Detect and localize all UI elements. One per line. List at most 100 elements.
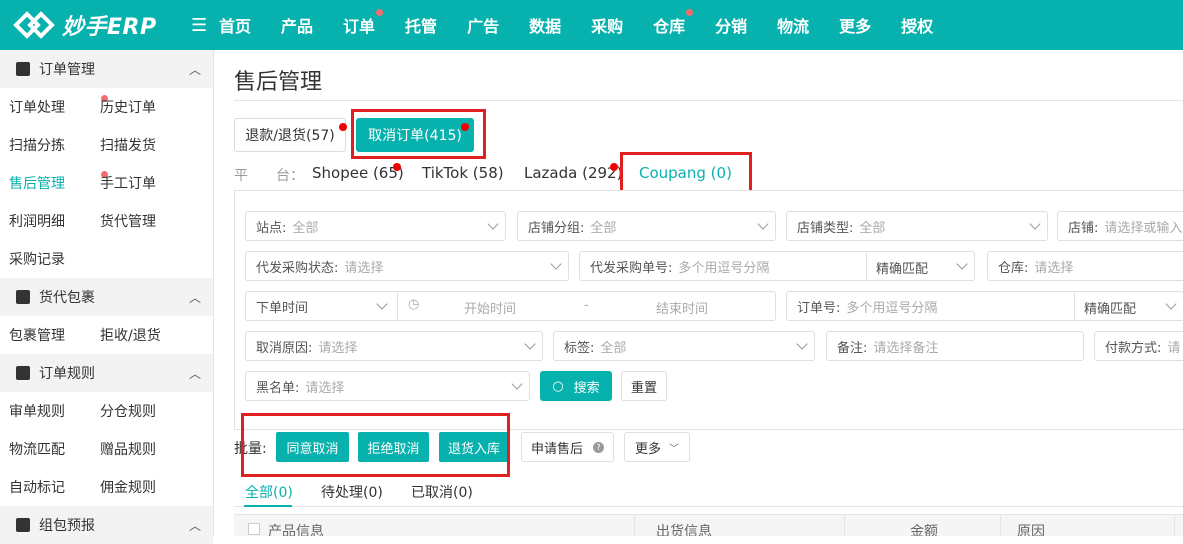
sidebar-section-bundle-forecast[interactable]: 组包预报 ︿ xyxy=(0,506,213,544)
field-label: 店铺分组: xyxy=(528,220,585,236)
highlight-box xyxy=(241,413,510,477)
divider xyxy=(1000,515,1001,536)
divider xyxy=(634,515,635,536)
sidebar-item-scan-ship[interactable]: 扫描发货 xyxy=(100,135,200,155)
sidebar-item-warehouse-rules[interactable]: 分仓规则 xyxy=(100,401,200,421)
divider xyxy=(397,292,398,320)
tab-refund-return[interactable]: 退款/退货(57) xyxy=(234,118,346,152)
blacklist-select[interactable]: 黑名单: 请选择 xyxy=(245,371,530,401)
sidebar-item-history-orders[interactable]: 历史订单 xyxy=(100,97,200,117)
nav-label: 分销 xyxy=(715,17,748,36)
purchase-status-select[interactable]: 代发采购状态: 请选择 xyxy=(245,251,569,281)
sidebar-row: 售后管理 手工订单 xyxy=(0,164,213,202)
platform-tiktok[interactable]: TikTok (58) xyxy=(422,164,504,182)
sidebar-row: 自动标记 佣金规则 xyxy=(0,468,213,506)
chevron-down-icon xyxy=(796,338,808,350)
nav-logistics[interactable]: 物流 xyxy=(777,13,809,37)
match-mode-select[interactable]: 精确匹配 xyxy=(876,258,928,277)
sidebar-item-scan-sort[interactable]: 扫描分拣 xyxy=(0,135,100,155)
nav-home[interactable]: 首页 xyxy=(219,13,251,37)
match-mode-select[interactable]: 精确匹配 xyxy=(1084,298,1136,317)
select-all-checkbox[interactable] xyxy=(248,523,260,535)
tab-pending[interactable]: 待处理(0) xyxy=(321,482,383,502)
sidebar-item-purchase-records[interactable]: 采购记录 xyxy=(0,249,100,269)
sidebar-section-order-management[interactable]: 订单管理 ︿ xyxy=(0,50,213,88)
search-button[interactable]: ○ 搜索 xyxy=(540,371,612,401)
chevron-down-icon xyxy=(757,218,769,230)
nav-authorize[interactable]: 授权 xyxy=(901,13,933,37)
app-logo[interactable]: 妙手ERP xyxy=(0,9,213,41)
top-bar: 妙手ERP ☰ 首页 产品 订单 托管 广告 数据 采购 仓库 分销 物流 更多… xyxy=(0,0,1183,50)
sidebar-item-gift-rules[interactable]: 赠品规则 xyxy=(100,439,200,459)
shop-type-select[interactable]: 店铺类型: 全部 xyxy=(786,211,1048,241)
button-label: 申请售后 xyxy=(530,441,583,457)
nav-ads[interactable]: 广告 xyxy=(467,13,499,37)
sidebar-item-profit-detail[interactable]: 利润明细 xyxy=(0,211,100,231)
nav-hosting[interactable]: 托管 xyxy=(405,13,437,37)
reset-button[interactable]: 重置 xyxy=(621,371,667,401)
order-number-input[interactable]: 订单号: 多个用逗号分隔 精确匹配 xyxy=(786,291,1183,321)
sidebar-item-reject-return[interactable]: 拒收/退货 xyxy=(100,325,200,345)
tab-all[interactable]: 全部(0) xyxy=(245,482,293,502)
notification-dot xyxy=(376,9,384,16)
highlight-box xyxy=(351,109,486,159)
chevron-down-icon: ﹀ xyxy=(669,443,679,455)
sidebar-item-auto-tag[interactable]: 自动标记 xyxy=(0,477,100,497)
main-content: 售后管理 退款/退货(57) 取消订单(415) 平 台： Shopee (65… xyxy=(214,50,1183,536)
nav-purchase[interactable]: 采购 xyxy=(591,13,623,37)
bundle-icon xyxy=(16,518,30,532)
more-button[interactable]: 更多 ﹀ xyxy=(624,432,690,462)
nav-data[interactable]: 数据 xyxy=(529,13,561,37)
field-placeholder: 请选择 xyxy=(318,340,358,356)
column-header-product: 产品信息 xyxy=(268,524,324,536)
sidebar-item-audit-rules[interactable]: 审单规则 xyxy=(0,401,100,421)
chevron-down-icon xyxy=(524,338,536,350)
sidebar-section-order-rules[interactable]: 订单规则 ︿ xyxy=(0,354,213,392)
platform-lazada[interactable]: Lazada (292) xyxy=(524,164,622,182)
nav-distribution[interactable]: 分销 xyxy=(715,13,747,37)
order-time-range[interactable]: 下单时间 ◷ 开始时间 - 结束时间 xyxy=(245,291,776,321)
field-label: 店铺类型: xyxy=(797,220,854,236)
sidebar-section-forwarder-packages[interactable]: 货代包裹 ︿ xyxy=(0,278,213,316)
sidebar-item-commission-rules[interactable]: 佣金规则 xyxy=(100,477,200,497)
sidebar-item-forwarder-management[interactable]: 货代管理 xyxy=(100,211,200,231)
sidebar-item-manual-order[interactable]: 手工订单 xyxy=(100,173,200,193)
chevron-down-icon xyxy=(511,378,523,390)
sidebar-item-after-sales[interactable]: 售后管理 xyxy=(0,171,108,193)
shop-group-select[interactable]: 店铺分组: 全部 xyxy=(517,211,776,241)
chevron-down-icon xyxy=(956,258,968,270)
chevron-down-icon xyxy=(1165,298,1177,310)
purchase-number-input[interactable]: 代发采购单号: 多个用逗号分隔 精确匹配 xyxy=(579,251,975,281)
sidebar: 订单管理 ︿ 订单处理 历史订单 扫描分拣 扫描发货 售后管理 手工订单 利润明… xyxy=(0,50,214,544)
start-time-input[interactable]: 开始时间 xyxy=(464,298,516,317)
cancel-reason-select[interactable]: 取消原因: 请选择 xyxy=(245,331,543,361)
platform-label: 平 台： xyxy=(234,168,304,184)
remark-input[interactable]: 备注: 请选择备注 xyxy=(826,331,1084,361)
site-select[interactable]: 站点: 全部 xyxy=(245,211,506,241)
payment-select[interactable]: 付款方式: 请 xyxy=(1094,331,1183,361)
nav-product[interactable]: 产品 xyxy=(281,13,313,37)
apply-after-sales-button[interactable]: 申请售后? xyxy=(521,432,614,462)
button-label: 更多 xyxy=(634,441,661,457)
table-header: 产品信息 出货信息 金额 原因 xyxy=(234,514,1183,536)
tag-select[interactable]: 标签: 全部 xyxy=(553,331,815,361)
nav-label: 授权 xyxy=(901,17,934,36)
menu-toggle-icon[interactable]: ☰ xyxy=(191,15,219,36)
tab-cancelled[interactable]: 已取消(0) xyxy=(411,482,473,502)
field-label: 备注: xyxy=(837,340,868,356)
sidebar-item-order-processing[interactable]: 订单处理 xyxy=(0,95,108,117)
warehouse-select[interactable]: 仓库: 请选择 xyxy=(987,251,1183,281)
active-tab-indicator xyxy=(244,505,292,507)
platform-shopee[interactable]: Shopee (65) xyxy=(312,164,404,182)
nav-more[interactable]: 更多 xyxy=(839,13,871,37)
end-time-input[interactable]: 结束时间 xyxy=(656,298,708,317)
search-icon: ○ xyxy=(552,378,564,394)
sidebar-row: 物流匹配 赠品规则 xyxy=(0,430,213,468)
time-type-select[interactable]: 下单时间 xyxy=(256,297,308,316)
sidebar-item-logistics-match[interactable]: 物流匹配 xyxy=(0,439,100,459)
sidebar-item-package-management[interactable]: 包裹管理 xyxy=(0,325,100,345)
nav-order[interactable]: 订单 xyxy=(343,9,384,37)
nav-warehouse[interactable]: 仓库 xyxy=(653,9,694,37)
shop-input[interactable]: 店铺: 请选择或输入 xyxy=(1057,211,1183,241)
nav-label: 首页 xyxy=(219,17,252,36)
